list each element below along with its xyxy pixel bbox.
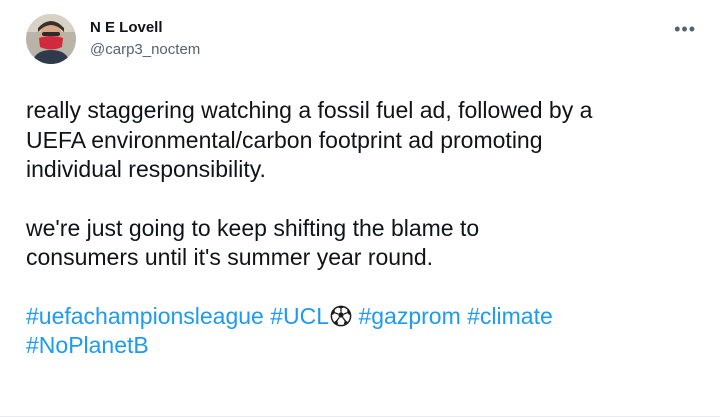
user-handle[interactable]: @carp3_noctem [90, 40, 200, 60]
soccer-ball-icon [330, 305, 352, 326]
author-names: N E Lovell @carp3_noctem [90, 18, 200, 60]
hashtag-uefachampionsleague[interactable]: #uefachampionsleague [26, 303, 264, 329]
more-options-icon[interactable]: ••• [674, 20, 696, 38]
tweet-card[interactable]: N E Lovell @carp3_noctem ••• really stag… [0, 0, 720, 417]
tweet-text: really staggering watching a fossil fuel… [26, 96, 706, 361]
hashtag-noplanetb[interactable]: #NoPlanetB [26, 332, 149, 358]
tweet-paragraph: we're just going to keep shifting the bl… [26, 214, 480, 271]
display-name[interactable]: N E Lovell [90, 18, 200, 38]
tweet-paragraph: really staggering watching a fossil fuel… [26, 97, 593, 182]
hashtag-gazprom[interactable]: #gazprom [358, 303, 460, 329]
hashtag-climate[interactable]: #climate [467, 303, 553, 329]
hashtag-ucl[interactable]: #UCL [270, 303, 329, 329]
tweet-header: N E Lovell @carp3_noctem [26, 14, 200, 64]
hashtag-list: #uefachampionsleague #UCL #gazprom #clim… [26, 302, 706, 361]
avatar[interactable] [26, 14, 76, 64]
avatar-image [26, 14, 76, 64]
